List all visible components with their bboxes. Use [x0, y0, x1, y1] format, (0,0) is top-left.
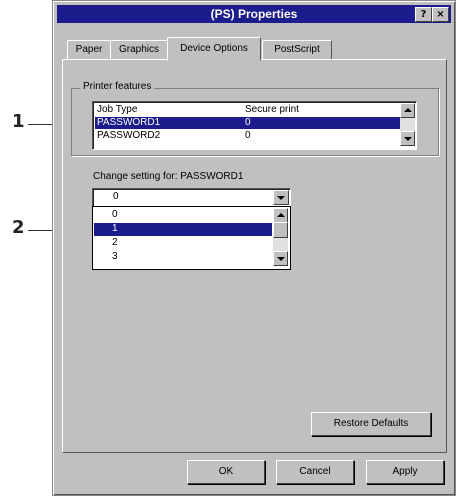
- option-label: 0: [112, 209, 118, 220]
- callout-2: 2: [12, 217, 25, 238]
- list-item-name: PASSWORD1: [97, 117, 161, 128]
- help-button[interactable]: ?: [415, 7, 432, 22]
- tab-paper[interactable]: Paper: [67, 40, 111, 60]
- arrow-down-icon: [404, 137, 412, 141]
- tab-device-options[interactable]: Device Options: [167, 37, 261, 61]
- title-bar: (PS) Properties ? ×: [57, 5, 451, 23]
- setting-value-dropdown-list[interactable]: 0 1 2 3: [92, 206, 291, 270]
- callout-1: 1: [12, 111, 25, 132]
- printer-features-label: Printer features: [80, 81, 155, 92]
- column-secure-print: Secure print: [245, 104, 299, 115]
- apply-button[interactable]: Apply: [366, 460, 444, 484]
- list-item-value: 0: [245, 117, 251, 128]
- tab-graphics[interactable]: Graphics: [110, 40, 168, 60]
- dropdown-scrollbar[interactable]: [273, 208, 288, 266]
- ok-button[interactable]: OK: [187, 460, 265, 484]
- cancel-button[interactable]: Cancel: [276, 460, 354, 484]
- combobox-dropdown-button[interactable]: [273, 190, 289, 205]
- list-item-value: 0: [245, 130, 251, 141]
- list-header: Job Type Secure print: [95, 104, 400, 116]
- window-title: (PS) Properties: [210, 7, 298, 21]
- list-scrollbar[interactable]: [400, 103, 415, 146]
- dropdown-option-3[interactable]: 3: [94, 251, 272, 264]
- dropdown-option-1[interactable]: 1: [94, 223, 272, 236]
- printer-features-list[interactable]: Job Type Secure print PASSWORD1 0 PASSWO…: [92, 101, 417, 150]
- dropdown-option-2[interactable]: 2: [94, 237, 272, 250]
- arrow-up-icon: [404, 108, 412, 112]
- list-item-password2[interactable]: PASSWORD2 0: [95, 130, 400, 142]
- option-label: 2: [112, 237, 118, 248]
- arrow-up-icon: [277, 213, 285, 217]
- scroll-up-button[interactable]: [400, 103, 415, 118]
- list-item-name: PASSWORD2: [97, 130, 161, 141]
- close-button[interactable]: ×: [432, 7, 449, 22]
- arrow-down-icon: [277, 257, 285, 261]
- restore-defaults-button[interactable]: Restore Defaults: [311, 412, 431, 436]
- dropdown-scroll-thumb[interactable]: [273, 222, 288, 238]
- list-item-password1[interactable]: PASSWORD1 0: [95, 117, 400, 129]
- option-label: 3: [112, 251, 118, 262]
- option-label: 1: [112, 223, 118, 234]
- tab-postscript[interactable]: PostScript: [262, 40, 332, 60]
- scroll-down-button[interactable]: [400, 131, 415, 146]
- dropdown-scroll-down-button[interactable]: [273, 251, 288, 266]
- dropdown-scroll-up-button[interactable]: [273, 208, 288, 223]
- column-job-type: Job Type: [97, 104, 138, 115]
- setting-value-combobox[interactable]: 0: [92, 188, 291, 207]
- chevron-down-icon: [277, 196, 285, 200]
- combobox-value: 0: [113, 191, 119, 202]
- dropdown-option-0[interactable]: 0: [94, 209, 272, 222]
- change-setting-label: Change setting for: PASSWORD1: [93, 171, 244, 182]
